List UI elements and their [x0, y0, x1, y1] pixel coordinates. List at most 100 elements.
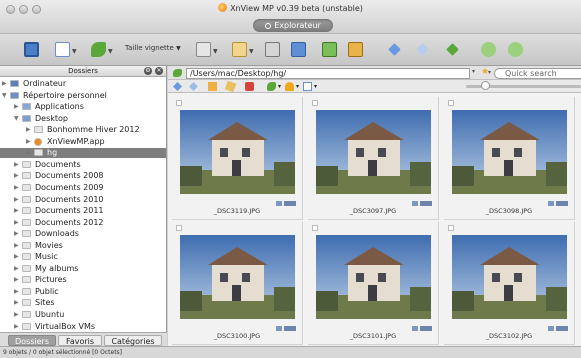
thumbnail-item[interactable]: _DSC3097.JPG — [308, 97, 439, 220]
thumbnail-item[interactable]: _DSC3119.JPG — [172, 97, 303, 220]
thumbnail-size-dropdown[interactable]: Taille vignette ▼ — [125, 44, 181, 52]
main-toolbar: ▼ ▼ Taille vignette ▼ ▼ ▼ — [0, 34, 581, 66]
thumbnail-checkbox[interactable] — [176, 225, 182, 231]
sidebar-item-label: hg — [47, 148, 58, 158]
window-title: XnView MP v0.39 beta (unstable) — [0, 3, 581, 13]
tab-categories[interactable]: Catégories — [104, 335, 162, 346]
sidebar-item-applications[interactable]: ▶ Applications — [0, 102, 166, 112]
disclosure-collapsed-icon[interactable]: ▶ — [14, 229, 19, 239]
sidebar-item-ubuntu[interactable]: ▶ Ubuntu — [0, 310, 166, 320]
tab-favoris[interactable]: Favoris — [58, 335, 102, 346]
sidebar-item-music[interactable]: ▶ Music — [0, 252, 166, 262]
edit-icon[interactable] — [224, 80, 237, 93]
format-badge-icon — [420, 201, 432, 206]
disclosure-collapsed-icon[interactable]: ▶ — [14, 102, 19, 112]
disclosure-collapsed-icon[interactable]: ▶ — [14, 171, 19, 181]
disclosure-collapsed-icon[interactable]: ▶ — [14, 298, 19, 308]
info-badge-icon — [276, 201, 282, 206]
thumbnail-zoom-slider-knob[interactable] — [481, 81, 490, 90]
sidebar-item-documents-2009[interactable]: ▶ Documents 2009 — [0, 183, 166, 193]
thumbnail-item[interactable]: _DSC3098.JPG — [444, 97, 575, 220]
disclosure-collapsed-icon[interactable]: ▶ — [14, 160, 19, 170]
parent-folder-icon[interactable] — [208, 82, 217, 91]
thumbnail-item[interactable]: _DSC3102.JPG — [444, 222, 575, 345]
sidebar-item-documents-2012[interactable]: ▶ Documents 2012 — [0, 218, 166, 228]
thumbnail-checkbox[interactable] — [448, 225, 454, 231]
disclosure-collapsed-icon[interactable]: ▶ — [26, 137, 31, 147]
folder-icon — [22, 160, 31, 168]
thumbnail-item[interactable]: _DSC3100.JPG — [172, 222, 303, 345]
delete-icon[interactable] — [245, 82, 254, 91]
disclosure-expanded-icon[interactable]: ▼ — [2, 91, 7, 101]
sidebar-item-desktop[interactable]: ▼ Desktop — [0, 114, 166, 124]
thumbnail-checkbox[interactable] — [312, 225, 318, 231]
sidebar-item-label: Documents 2008 — [35, 171, 104, 181]
circle-icon — [265, 23, 272, 29]
thumbnail-item[interactable]: _DSC3101.JPG — [308, 222, 439, 345]
settings-icon[interactable]: ⚙ — [144, 67, 152, 75]
forward-icon[interactable] — [189, 82, 198, 91]
sidebar-item-documents[interactable]: ▶ Documents — [0, 160, 166, 170]
sidebar-item-my-albums[interactable]: ▶ My albums — [0, 264, 166, 274]
chevron-down-icon[interactable]: ▾ — [488, 69, 491, 76]
disclosure-collapsed-icon[interactable]: ▶ — [14, 241, 19, 251]
thumbnail-filename: _DSC3100.JPG — [213, 332, 261, 340]
sidebar-item-virtualbox-vms[interactable]: ▶ VirtualBox VMs — [0, 322, 166, 332]
sidebar-item-hg[interactable]: ▶ hg — [0, 148, 166, 159]
thumbnail-checkbox[interactable] — [176, 100, 182, 106]
sidebar-item-downloads[interactable]: ▶ Downloads — [0, 229, 166, 239]
status-bar: 9 objets / 0 objet sélectionné [0 Octets… — [0, 346, 581, 358]
disclosure-collapsed-icon[interactable]: ▶ — [14, 252, 19, 262]
tag-icon — [173, 69, 182, 77]
info-badge-icon — [412, 326, 418, 331]
folder-icon — [22, 253, 31, 261]
sidebar-item-r-pertoire-personnel[interactable]: ▼ Répertoire personnel — [0, 91, 166, 101]
sidebar-item-documents-2010[interactable]: ▶ Documents 2010 — [0, 195, 166, 205]
disclosure-expanded-icon[interactable]: ▼ — [14, 114, 19, 124]
quick-search-input[interactable]: Quick search — [494, 68, 581, 79]
rotate-left-icon — [481, 42, 496, 57]
sidebar-item-label: Applications — [35, 102, 84, 112]
sort-icon — [232, 42, 247, 57]
sidebar-item-xnviewmp-app[interactable]: ▶ XnViewMP.app — [0, 137, 166, 147]
slideshow-icon — [291, 42, 306, 57]
sidebar-item-sites[interactable]: ▶ Sites — [0, 298, 166, 308]
thumbnail-checkbox[interactable] — [448, 100, 454, 106]
disclosure-collapsed-icon[interactable]: ▶ — [14, 310, 19, 320]
sidebar-item-documents-2011[interactable]: ▶ Documents 2011 — [0, 206, 166, 216]
xnview-app-icon — [34, 137, 42, 146]
disclosure-collapsed-icon[interactable]: ▶ — [14, 264, 19, 274]
disclosure-collapsed-icon[interactable]: ▶ — [2, 79, 7, 89]
back-icon[interactable] — [173, 82, 182, 91]
columns-icon[interactable] — [303, 82, 312, 91]
sidebar-item-movies[interactable]: ▶ Movies — [0, 241, 166, 251]
disclosure-collapsed-icon[interactable]: ▶ — [26, 148, 31, 158]
info-badge-icon — [276, 326, 282, 331]
disclosure-collapsed-icon[interactable]: ▶ — [14, 287, 19, 297]
thumbnail-checkbox[interactable] — [312, 100, 318, 106]
thumbnail-filename: _DSC3097.JPG — [349, 207, 397, 215]
sidebar-item-documents-2008[interactable]: ▶ Documents 2008 — [0, 171, 166, 181]
disclosure-collapsed-icon[interactable]: ▶ — [14, 206, 19, 216]
sidebar-item-public[interactable]: ▶ Public — [0, 287, 166, 297]
path-history-dropdown[interactable]: ▾ — [472, 68, 475, 75]
tag-icon[interactable] — [267, 82, 276, 91]
disclosure-collapsed-icon[interactable]: ▶ — [14, 275, 19, 285]
thumbnail-image — [180, 110, 295, 194]
disclosure-collapsed-icon[interactable]: ▶ — [14, 183, 19, 193]
close-icon[interactable]: ✕ — [155, 67, 163, 75]
sidebar-item-ordinateur[interactable]: ▶ Ordinateur — [0, 79, 166, 89]
sidebar-item-pictures[interactable]: ▶ Pictures — [0, 275, 166, 285]
home-folder-icon — [10, 91, 19, 99]
path-input[interactable]: /Users/mac/Desktop/hg/ — [186, 68, 470, 79]
tab-explorateur[interactable]: Explorateur — [253, 19, 333, 32]
filter-icon[interactable] — [285, 82, 294, 91]
sidebar-item-bonhomme-hiver-2012[interactable]: ▶ Bonhomme Hiver 2012 — [0, 125, 166, 135]
disclosure-collapsed-icon[interactable]: ▶ — [14, 195, 19, 205]
tab-dossiers[interactable]: Dossiers — [8, 335, 56, 346]
disclosure-collapsed-icon[interactable]: ▶ — [26, 125, 31, 135]
disclosure-collapsed-icon[interactable]: ▶ — [14, 322, 19, 332]
disclosure-collapsed-icon[interactable]: ▶ — [14, 218, 19, 228]
folders-sidebar: Dossiers ⚙ ✕ ▶ Ordinateur ▼ Répertoire pers… — [0, 66, 167, 346]
rotate-right-icon — [508, 42, 523, 57]
